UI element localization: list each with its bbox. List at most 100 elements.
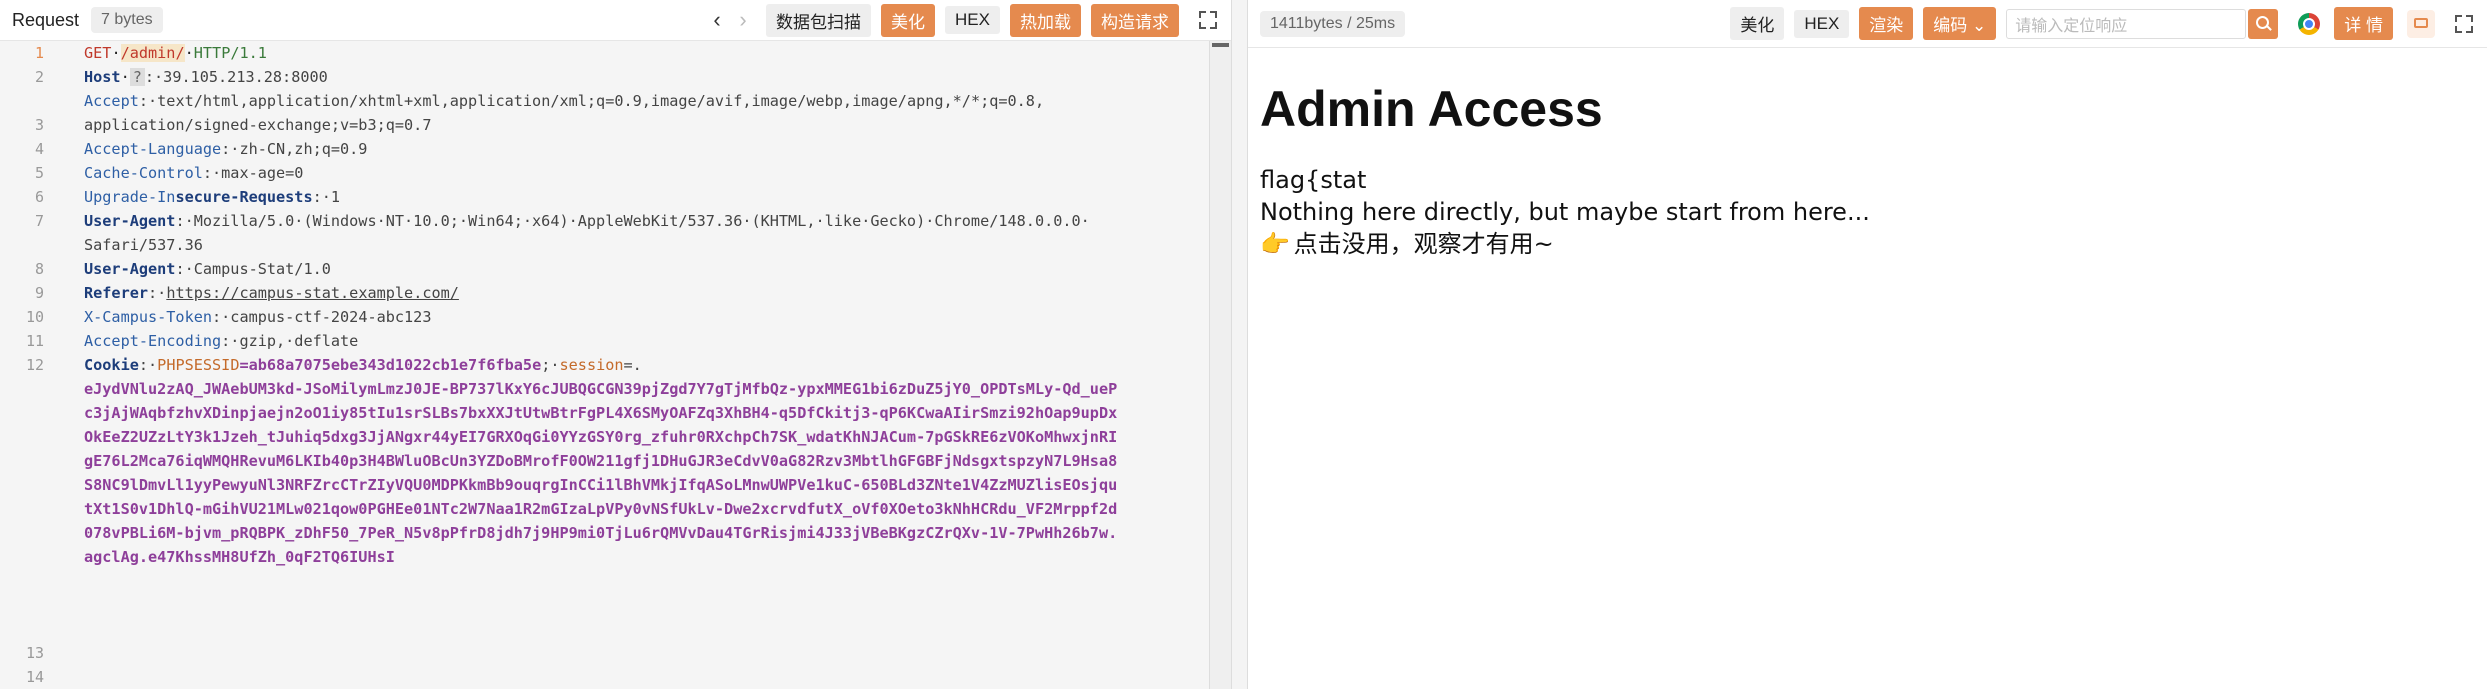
header-key: Accept-Language	[84, 140, 222, 158]
packet-scan-button[interactable]: 数据包扫描	[766, 3, 872, 37]
line-number: 1	[34, 44, 44, 62]
line-number: 9	[34, 284, 44, 302]
line-number: 14	[25, 668, 44, 686]
header-key: Accept	[84, 92, 139, 110]
flag-text: flag{stat	[1260, 166, 1367, 194]
scrollbar-thumb[interactable]	[1212, 43, 1229, 47]
header-accept-language: Accept-Language:·zh-CN,zh;q=0.9	[84, 137, 1223, 161]
response-hex-button[interactable]: HEX	[1794, 9, 1850, 38]
header-key: User-Agent	[84, 260, 176, 278]
request-editor[interactable]: 1 2 3 4 5 6 7 8 9 10 11 12 13 14 GET·/admin/·HTTP/1.1…	[0, 41, 1231, 689]
vertical-scrollbar[interactable]	[1209, 41, 1231, 689]
line-number	[0, 617, 58, 641]
referer-link[interactable]: https://campus-stat.example.com/	[166, 284, 459, 302]
header-accept-cont: application/signed-exchange;v=b3;q=0.7	[84, 113, 1223, 137]
request-beautify-button[interactable]: 美化	[881, 3, 936, 37]
forward-arrow-icon[interactable]: ›	[730, 7, 756, 33]
observe-hint-text: 点击没用，观察才有用~	[1293, 230, 1554, 258]
request-path: /admin/	[120, 44, 185, 62]
header-key: Host	[84, 68, 121, 86]
response-beautify-button[interactable]: 美化	[1730, 7, 1785, 40]
cookie-value-line: c3jAjWAqbfzhvXDinpjaejn2oO1iy85tIu1srSLB…	[84, 404, 1118, 422]
encode-dropdown[interactable]: 编码 ⌄	[1923, 7, 1997, 40]
cookie-value-line: S8NC9lDmvLl1yyPewyuNl3NRFZrcCTrZIyVQU0MD…	[84, 476, 1118, 494]
header-sep: :·	[148, 284, 167, 302]
search-icon[interactable]	[2248, 8, 2279, 39]
header-value: application/signed-exchange;v=b3;q=0.7	[84, 116, 432, 134]
http-version: HTTP/1.1	[193, 44, 267, 62]
response-stats-badge: 1411bytes / 25ms	[1260, 10, 1406, 37]
empty-line	[84, 593, 1223, 617]
header-upgrade-insecure: Upgrade-Insecure-Requests:·1	[84, 185, 1223, 209]
line-number: 12	[25, 356, 44, 374]
line-number	[0, 473, 58, 497]
line-number	[0, 89, 58, 113]
header-value: :·campus-ctf-2024-abc123	[212, 308, 432, 326]
help-badge[interactable]: ?	[129, 68, 145, 86]
header-user-agent-cont: Safari/537.36	[84, 233, 1223, 257]
cookie-value: =ab68a7075ebe343d1022cb1e7f6fba5e	[239, 356, 542, 374]
line-number: 10	[25, 308, 44, 326]
request-code[interactable]: GET·/admin/·HTTP/1.1 Host·?:·39.105.213.…	[58, 41, 1231, 689]
line-number-gutter: 1 2 3 4 5 6 7 8 9 10 11 12 13 14	[0, 41, 58, 689]
build-request-button[interactable]: 构造请求	[1091, 3, 1179, 37]
line-number	[0, 569, 58, 593]
header-key: Upgrade-In	[84, 188, 176, 206]
rendered-response: Admin Access flag{stat Nothing here dire…	[1248, 48, 2487, 260]
cookie-value-line: OkEeZ2UZzLtY3k1Jzeh_tJuhiq5dxg3JjANgxr44…	[84, 428, 1118, 446]
line-number: 2	[34, 68, 44, 86]
hotload-button[interactable]: 热加载	[1010, 3, 1081, 37]
cookie-name: session	[559, 356, 624, 374]
header-value: :·39.105.213.28:8000	[144, 68, 328, 86]
header-key: Cache-Control	[84, 164, 203, 182]
session-cookie-value: eJydVNlu2zAQ_JWAebUM3kd-JSoMilymLmzJ0JE-…	[84, 377, 1223, 569]
header-accept: Accept:·text/html,application/xhtml+xml,…	[84, 89, 1223, 113]
line-number	[0, 377, 58, 401]
cookie-value-line: 078vPBLi6M-bjvm_pRQBPK_zDhF50_7PeR_N5v8p…	[84, 524, 1118, 542]
line-number: 8	[34, 260, 44, 278]
header-user-agent-2: User-Agent:·Campus-Stat/1.0	[84, 257, 1223, 281]
header-host: Host·?:·39.105.213.28:8000	[84, 68, 328, 86]
header-value: :·text/html,application/xhtml+xml,applic…	[138, 92, 1045, 110]
header-cache-control: Cache-Control:·max-age=0	[84, 161, 1223, 185]
header-key: Cookie	[84, 356, 139, 374]
pane-splitter[interactable]	[1232, 0, 1248, 689]
line-number: 5	[34, 164, 44, 182]
request-size-badge: 7 bytes	[91, 7, 163, 33]
header-value: :·1	[312, 188, 341, 206]
observe-hint: 👉 点击没用，观察才有用~	[1260, 228, 2475, 260]
detail-button[interactable]: 详 情	[2334, 7, 2393, 40]
header-referer: Referer:·https://campus-stat.example.com…	[84, 281, 1223, 305]
request-toolbar: Request 7 bytes ‹ › 数据包扫描 美化 HEX 热加载 构造请…	[0, 0, 1231, 41]
response-pane: 1411bytes / 25ms 美化 HEX 渲染 编码 ⌄ 请输入定位响应 …	[1248, 0, 2487, 689]
header-key: User-Agent	[84, 212, 176, 230]
header-user-agent: User-Agent:·Mozilla/5.0·(Windows·NT·10.0…	[84, 209, 1223, 233]
back-arrow-icon[interactable]: ‹	[704, 7, 730, 33]
fullscreen-icon[interactable]	[1197, 9, 1219, 31]
header-sep: :·	[138, 356, 158, 374]
app-root: Request 7 bytes ‹ › 数据包扫描 美化 HEX 热加载 构造请…	[0, 0, 2487, 689]
line-number	[0, 425, 58, 449]
request-hex-button[interactable]: HEX	[945, 6, 1000, 34]
cookie-value-line: eJydVNlu2zAQ_JWAebUM3kd-JSoMilymLmzJ0JE-…	[84, 380, 1118, 398]
line-number: 7	[34, 212, 44, 230]
render-button[interactable]: 渲染	[1859, 7, 1914, 40]
cookie-value-start: =.	[623, 356, 642, 374]
hint-text: Nothing here directly, but maybe start f…	[1260, 198, 1870, 226]
header-value: :·Mozilla/5.0·(Windows·NT·10.0;·Win64;·x…	[175, 212, 1090, 230]
chrome-browser-icon[interactable]	[2298, 12, 2321, 35]
fullscreen-icon[interactable]	[2453, 13, 2475, 35]
line-number	[0, 545, 58, 569]
header-key: X-Campus-Token	[84, 308, 213, 326]
locate-search-input[interactable]: 请输入定位响应	[2006, 8, 2247, 39]
comment-icon[interactable]	[2407, 9, 2435, 38]
header-value: :·zh-CN,zh;q=0.9	[221, 140, 368, 158]
response-toolbar: 1411bytes / 25ms 美化 HEX 渲染 编码 ⌄ 请输入定位响应 …	[1248, 0, 2487, 48]
line-number	[0, 401, 58, 425]
header-key-bold: secure-Requests	[175, 188, 313, 206]
header-key: Referer	[84, 284, 149, 302]
line-number: 3	[34, 116, 44, 134]
request-line: GET·/admin/·HTTP/1.1	[84, 44, 267, 62]
header-key: Accept-Encoding	[84, 332, 222, 350]
empty-line	[84, 569, 1223, 593]
